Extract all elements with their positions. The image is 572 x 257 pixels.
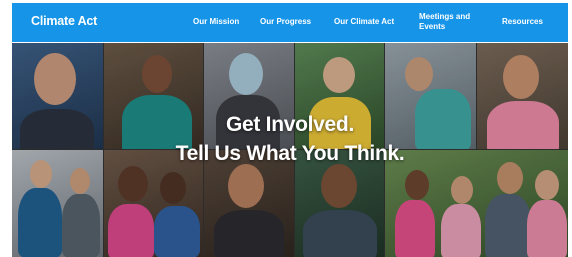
site-logo[interactable]: Climate Act xyxy=(31,14,97,28)
hero-photo-collage: Get Involved. Tell Us What You Think. xyxy=(12,43,568,257)
hero-headline-line1: Get Involved. xyxy=(226,113,354,136)
hero-headline-line2: Tell Us What You Think. xyxy=(175,142,405,165)
nav-item-our-progress[interactable]: Our Progress xyxy=(260,17,311,27)
nav-item-meetings-and-events[interactable]: Meetings and Events xyxy=(419,12,485,32)
nav-item-our-climate-act[interactable]: Our Climate Act xyxy=(334,17,394,27)
top-navigation-bar: Climate Act Our Mission Our Progress Our… xyxy=(12,3,568,42)
nav-item-resources[interactable]: Resources xyxy=(502,17,543,27)
nav-item-our-mission[interactable]: Our Mission xyxy=(193,17,239,27)
